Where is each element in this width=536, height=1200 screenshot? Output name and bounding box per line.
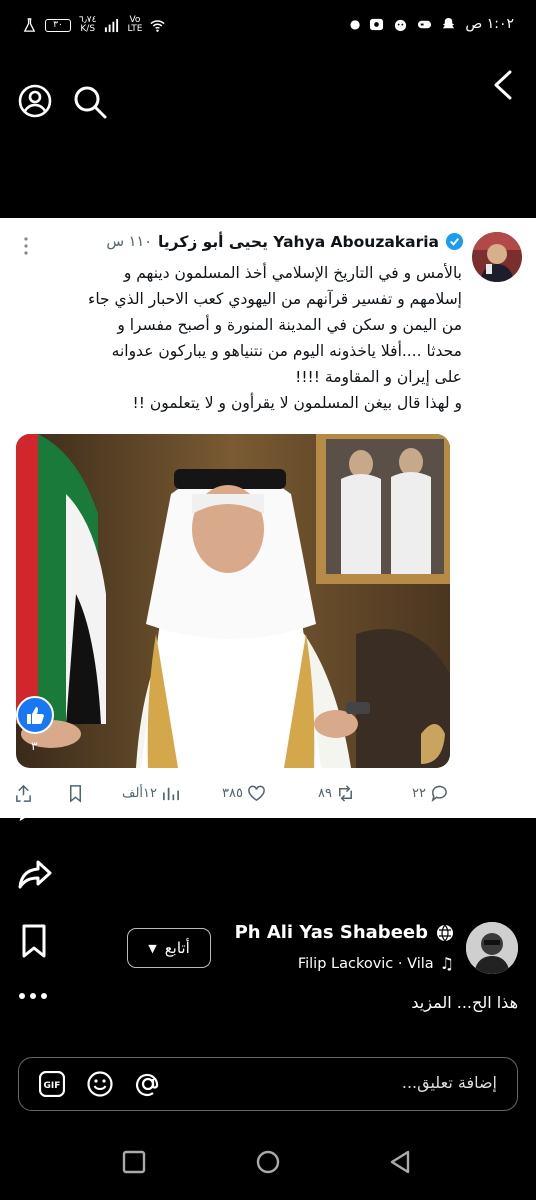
wifi-icon (150, 19, 165, 32)
signal-icon (105, 18, 119, 32)
like-reaction-bubble[interactable] (16, 696, 54, 734)
replies-count: ٢٢ (412, 786, 426, 801)
bookmark-action[interactable] (66, 784, 85, 803)
views-action[interactable]: ١٢ألف (122, 784, 180, 803)
clock: ١:٠٢ ص (465, 16, 514, 32)
more-icon[interactable] (16, 990, 52, 1002)
gif-icon[interactable]: GIF (39, 1071, 65, 1097)
status-bar: ٣٠ ٦٫٧٤ K/S Vo LTE ● ١:٠٢ ص (0, 0, 536, 52)
tweet-time: ١١٠ س (106, 233, 153, 250)
music-note-icon: ♫ (439, 954, 454, 973)
reel-author[interactable]: Ph Ali Yas Shabeeb ♫ Filip Lackovic · Vi… (235, 922, 518, 978)
svg-text:GIF: GIF (44, 1081, 61, 1091)
carrier-label: Vo LTE (127, 15, 143, 34)
recents-icon[interactable] (122, 1150, 146, 1174)
like-action[interactable]: ٣٨٥ (222, 784, 266, 803)
flask-icon (23, 17, 36, 32)
views-icon (162, 787, 179, 801)
tweet-actions: ١٢ألف ٣٨٥ ٨٩ ٢٢ (0, 778, 536, 812)
save-bookmark-icon[interactable] (16, 922, 52, 960)
bookmark-icon (69, 785, 82, 803)
retweet-action[interactable]: ٨٩ (318, 784, 355, 803)
system-nav-bar (0, 1130, 536, 1200)
retweets-count: ٨٩ (318, 786, 332, 801)
views-count: ١٢ألف (122, 786, 157, 801)
bot-icon (395, 19, 407, 31)
globe-icon (437, 924, 453, 941)
tweet-author-name[interactable]: Yahya Abouzakaria يحيى أبو زكريا (158, 233, 439, 251)
comment-input[interactable]: إضافة تعليق... GIF (18, 1057, 518, 1111)
profile-icon[interactable] (18, 84, 52, 118)
reel-caption[interactable]: هذا الح... المزيد (411, 993, 518, 1012)
reaction-count: ٣ (31, 739, 38, 753)
retweet-icon (339, 785, 352, 802)
more-options-icon[interactable] (22, 236, 30, 256)
emoji-icon[interactable] (87, 1071, 113, 1097)
tweet-text: بالأمس و في التاريخ الإسلامي أخذ المسلمو… (88, 264, 462, 412)
reel-author-avatar[interactable] (466, 922, 518, 974)
share-arrow-icon[interactable] (16, 856, 54, 894)
thumbs-up-icon (27, 707, 44, 724)
likes-count: ٣٨٥ (222, 786, 243, 801)
home-icon[interactable] (256, 1150, 280, 1174)
reel-music[interactable]: ♫ Filip Lackovic · Vila (298, 954, 454, 973)
game-icon (418, 20, 432, 28)
heart-icon (248, 785, 265, 802)
reel-author-name[interactable]: Ph Ali Yas Shabeeb (235, 922, 454, 943)
comment-placeholder: إضافة تعليق... (401, 1073, 497, 1092)
tweet-card[interactable]: Yahya Abouzakaria يحيى أبو زكريا ١١٠ س ب… (0, 218, 536, 818)
back-nav-icon[interactable] (388, 1150, 412, 1174)
snapchat-icon (443, 17, 455, 28)
tweet-photo[interactable] (16, 434, 450, 768)
reply-icon (431, 785, 447, 803)
mention-icon[interactable] (135, 1071, 161, 1097)
tweet-header: Yahya Abouzakaria يحيى أبو زكريا ١١٠ س (106, 232, 464, 251)
top-nav (0, 62, 536, 142)
network-speed: ٦٫٧٤ K/S (79, 15, 97, 34)
battery-icon: ٣٠ (45, 18, 71, 32)
verified-badge-icon (445, 232, 464, 251)
dot-icon: ● (349, 17, 361, 31)
tweet-author-avatar[interactable] (472, 232, 522, 282)
media-icon (370, 18, 384, 30)
search-icon[interactable] (72, 84, 108, 120)
back-arrow-icon[interactable] (490, 68, 516, 102)
follow-button[interactable]: أتابع ▼ (127, 928, 211, 968)
chevron-down-icon: ▼ (148, 941, 157, 955)
comment-bubble-icon[interactable] (16, 786, 54, 826)
reply-action[interactable]: ٢٢ (412, 784, 449, 803)
